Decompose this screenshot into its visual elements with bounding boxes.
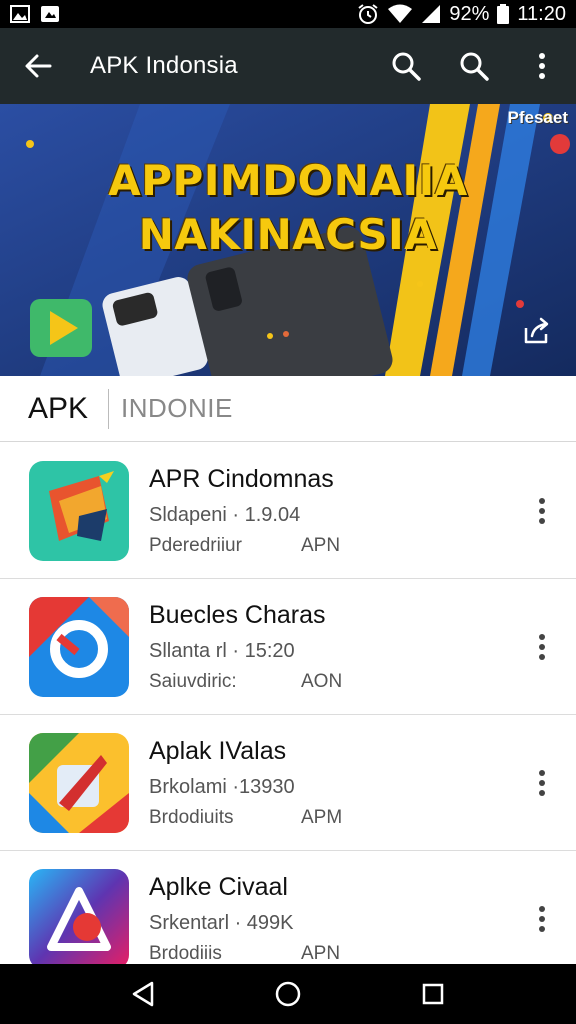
- section-label: APK: [28, 391, 89, 425]
- item-overflow-button[interactable]: [512, 879, 572, 959]
- app-category: Brdodiuits: [149, 806, 234, 828]
- status-bar: 92% 11:20: [0, 0, 576, 28]
- app-name: Aplke Civaal: [149, 872, 288, 901]
- list-item[interactable]: APR Cindomnas Sldapeni · 1.9.04 Pderedri…: [0, 443, 576, 579]
- banner-title-line2: NAKINACSIA: [138, 210, 438, 259]
- app-meta: Sllanta rl · 15:20: [149, 639, 295, 662]
- more-vert-icon: [539, 905, 545, 932]
- gallery-icon: [10, 5, 30, 23]
- app-category: Pderedriiur: [149, 534, 242, 556]
- signal-icon: [421, 4, 441, 24]
- app-category: Brdodiiis: [149, 942, 222, 964]
- more-vert-icon: [539, 769, 545, 796]
- section-subtitle: INDONIE: [121, 393, 233, 423]
- back-button[interactable]: [0, 28, 76, 104]
- app-type: APM: [301, 806, 343, 828]
- item-overflow-button[interactable]: [512, 471, 572, 551]
- app-icon: [29, 596, 129, 697]
- banner-title-line1: APPIMDONAIIA: [108, 156, 468, 205]
- app-type: AON: [301, 670, 343, 692]
- app-meta: Brkolami ·13930: [149, 775, 295, 798]
- app-icon: [29, 868, 129, 969]
- share-button[interactable]: [518, 312, 554, 348]
- app-type: APN: [301, 534, 341, 556]
- app-icon: [29, 460, 129, 561]
- app-list: APR Cindomnas Sldapeni · 1.9.04 Pderedri…: [0, 443, 576, 987]
- more-vert-icon: [539, 53, 545, 79]
- nav-back-button[interactable]: [113, 964, 173, 1024]
- back-triangle-icon: [132, 981, 153, 1007]
- app-meta: Srkentarl · 499K: [149, 911, 294, 934]
- more-vert-icon: [539, 633, 545, 660]
- list-item[interactable]: Aplak IValas Brkolami ·13930 Brdodiuits …: [0, 715, 576, 851]
- app-bar: APK Indonsia: [0, 28, 576, 104]
- list-item[interactable]: Buecles Charas Sllanta rl · 15:20 Saiuvd…: [0, 579, 576, 715]
- system-nav-bar: [0, 964, 576, 1024]
- item-overflow-button[interactable]: [512, 743, 572, 823]
- app-name: Buecles Charas: [149, 600, 326, 629]
- search-icon: [392, 52, 421, 81]
- search-button[interactable]: [372, 28, 440, 104]
- search-button-secondary[interactable]: [440, 28, 508, 104]
- nav-home-button[interactable]: [258, 964, 318, 1024]
- share-icon: [524, 317, 549, 344]
- section-divider: [108, 388, 110, 429]
- battery-percent: 92%: [449, 2, 490, 25]
- more-vert-icon: [539, 497, 545, 524]
- app-meta: Sldapeni · 1.9.04: [149, 503, 301, 526]
- search-icon: [460, 52, 489, 81]
- back-arrow-icon: [25, 54, 52, 78]
- promo-banner[interactable]: Pfesaet APPIMDONAIIA NAKINACSIA: [0, 104, 576, 376]
- alarm-icon: [357, 3, 379, 25]
- clock: 11:20: [517, 2, 566, 25]
- app-type: APN: [301, 942, 341, 964]
- app-icon: [29, 732, 129, 833]
- app-name: Aplak IValas: [149, 736, 287, 765]
- wifi-icon: [387, 4, 413, 24]
- more-options-button[interactable]: [508, 28, 576, 104]
- item-overflow-button[interactable]: [512, 607, 572, 687]
- section-header: APK INDONIE: [0, 376, 576, 442]
- app-title: APK Indonsia: [90, 52, 238, 79]
- app-category: Saiuvdiric:: [149, 670, 237, 692]
- nav-recents-button[interactable]: [403, 964, 463, 1024]
- banner-tag: Pfesaet: [507, 108, 568, 127]
- battery-icon: [497, 4, 510, 24]
- android-debug-icon: [40, 5, 60, 23]
- app-name: APR Cindomnas: [149, 464, 334, 493]
- recents-square-icon: [423, 983, 444, 1005]
- home-circle-icon: [275, 981, 301, 1007]
